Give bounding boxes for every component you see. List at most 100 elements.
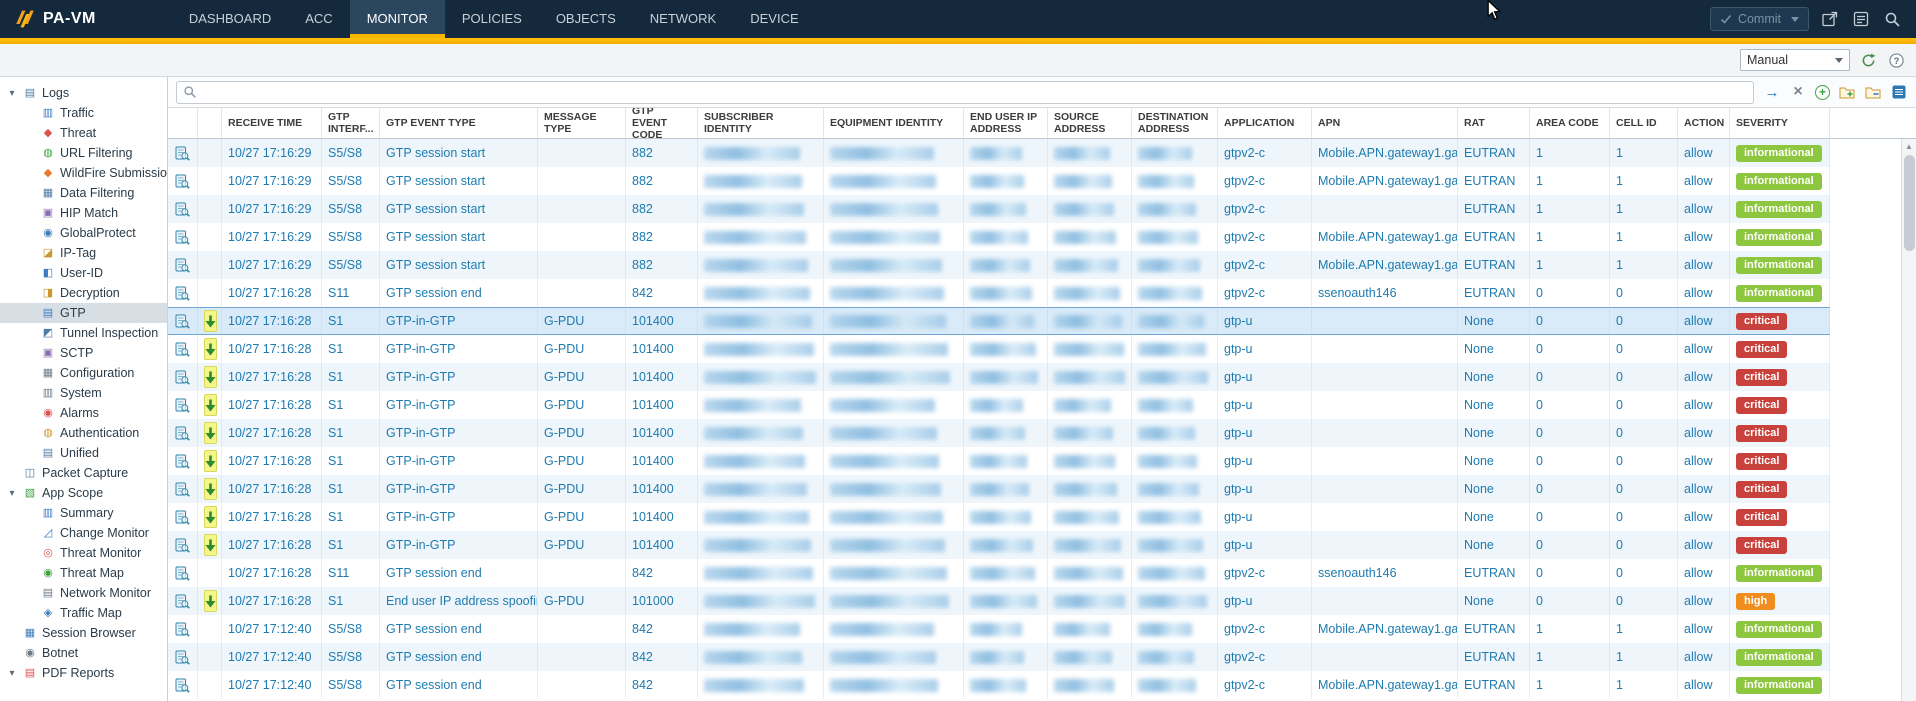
interface-cell[interactable]: S1 <box>322 307 380 335</box>
equipment_identity-cell[interactable] <box>824 139 964 167</box>
action-cell[interactable]: allow <box>1678 447 1730 475</box>
subscriber_identity-cell[interactable] <box>698 307 824 335</box>
source_address-cell[interactable] <box>1048 251 1132 279</box>
area_code-cell[interactable]: 1 <box>1530 139 1610 167</box>
event_code-cell[interactable]: 101400 <box>626 447 698 475</box>
area_code-cell[interactable]: 1 <box>1530 251 1610 279</box>
event_code-cell[interactable]: 842 <box>626 671 698 699</box>
export-grid-icon[interactable] <box>1890 83 1908 101</box>
action-cell[interactable]: allow <box>1678 671 1730 699</box>
subscriber_identity-cell[interactable] <box>698 139 824 167</box>
nav-item-monitor[interactable]: MONITOR <box>350 0 445 38</box>
cell_id-cell[interactable]: 1 <box>1610 671 1678 699</box>
apn-cell[interactable] <box>1312 363 1458 391</box>
destination_address-cell[interactable] <box>1132 615 1218 643</box>
pcap-cell[interactable] <box>198 307 222 335</box>
message_type-cell[interactable]: G-PDU <box>538 447 626 475</box>
subscriber_identity-cell[interactable] <box>698 643 824 671</box>
event_code-cell[interactable]: 842 <box>626 279 698 307</box>
cell_id-cell[interactable]: 0 <box>1610 419 1678 447</box>
column-header-equipment-identity[interactable]: EQUIPMENT IDENTITY <box>824 108 964 138</box>
receive_time-cell[interactable]: 10/27 17:16:28 <box>222 363 322 391</box>
receive_time-cell[interactable]: 10/27 17:12:40 <box>222 615 322 643</box>
area_code-cell[interactable]: 0 <box>1530 335 1610 363</box>
sidebar-item-hip-match[interactable]: ▣HIP Match <box>0 203 167 223</box>
log-detail-button[interactable] <box>174 587 191 615</box>
sidebar-item-logs[interactable]: ▾▤Logs <box>0 83 167 103</box>
equipment_identity-cell[interactable] <box>824 223 964 251</box>
table-row[interactable]: 10/27 17:16:28S11GTP session end842gtpv2… <box>168 279 1830 307</box>
end_user_ip_address-cell[interactable] <box>964 391 1048 419</box>
application-cell[interactable]: gtp-u <box>1218 531 1312 559</box>
rat-cell[interactable]: EUTRAN <box>1458 643 1530 671</box>
detail-cell[interactable] <box>168 447 198 475</box>
cell_id-cell[interactable]: 1 <box>1610 167 1678 195</box>
interface-cell[interactable]: S5/S8 <box>322 671 380 699</box>
event_code-cell[interactable]: 842 <box>626 615 698 643</box>
sidebar-item-user-id[interactable]: ◧User-ID <box>0 263 167 283</box>
equipment_identity-cell[interactable] <box>824 615 964 643</box>
apn-cell[interactable] <box>1312 447 1458 475</box>
subscriber_identity-cell[interactable] <box>698 447 824 475</box>
task-manager-icon[interactable] <box>1851 9 1871 29</box>
end_user_ip_address-cell[interactable] <box>964 251 1048 279</box>
column-header-message-type[interactable]: MESSAGE TYPE <box>538 108 626 138</box>
receive_time-cell[interactable]: 10/27 17:16:29 <box>222 251 322 279</box>
action-cell[interactable]: allow <box>1678 251 1730 279</box>
rat-cell[interactable]: EUTRAN <box>1458 251 1530 279</box>
sidebar-item-configuration[interactable]: ▦Configuration <box>0 363 167 383</box>
apn-cell[interactable] <box>1312 391 1458 419</box>
source_address-cell[interactable] <box>1048 363 1132 391</box>
pcap-cell[interactable] <box>198 391 222 419</box>
end_user_ip_address-cell[interactable] <box>964 419 1048 447</box>
destination_address-cell[interactable] <box>1132 307 1218 335</box>
cell_id-cell[interactable]: 0 <box>1610 307 1678 335</box>
apn-cell[interactable]: Mobile.APN.gateway1.gate... <box>1312 139 1458 167</box>
severity-cell[interactable]: critical <box>1730 531 1830 559</box>
source_address-cell[interactable] <box>1048 531 1132 559</box>
equipment_identity-cell[interactable] <box>824 559 964 587</box>
message_type-cell[interactable] <box>538 615 626 643</box>
sidebar-item-globalprotect[interactable]: ◉GlobalProtect <box>0 223 167 243</box>
action-cell[interactable]: allow <box>1678 503 1730 531</box>
message_type-cell[interactable] <box>538 251 626 279</box>
severity-cell[interactable]: informational <box>1730 139 1830 167</box>
table-row[interactable]: 10/27 17:16:28S1GTP-in-GTPG-PDU101400gtp… <box>168 363 1830 391</box>
log-detail-button[interactable] <box>174 643 191 671</box>
column-header-gtp-event-code[interactable]: GTP EVENT CODE <box>626 108 698 138</box>
column-header-severity[interactable]: SEVERITY <box>1730 108 1830 138</box>
destination_address-cell[interactable] <box>1132 391 1218 419</box>
application-cell[interactable]: gtp-u <box>1218 363 1312 391</box>
message_type-cell[interactable] <box>538 559 626 587</box>
severity-cell[interactable]: informational <box>1730 167 1830 195</box>
application-cell[interactable]: gtp-u <box>1218 447 1312 475</box>
receive_time-cell[interactable]: 10/27 17:16:28 <box>222 475 322 503</box>
rat-cell[interactable]: None <box>1458 475 1530 503</box>
table-row[interactable]: 10/27 17:16:29S5/S8GTP session start882g… <box>168 139 1830 167</box>
message_type-cell[interactable]: G-PDU <box>538 335 626 363</box>
action-cell[interactable]: allow <box>1678 615 1730 643</box>
log-detail-button[interactable] <box>174 391 191 419</box>
source_address-cell[interactable] <box>1048 391 1132 419</box>
action-cell[interactable]: allow <box>1678 475 1730 503</box>
equipment_identity-cell[interactable] <box>824 363 964 391</box>
sidebar-item-botnet[interactable]: ◉Botnet <box>0 643 167 663</box>
equipment_identity-cell[interactable] <box>824 195 964 223</box>
destination_address-cell[interactable] <box>1132 531 1218 559</box>
rat-cell[interactable]: EUTRAN <box>1458 167 1530 195</box>
detail-cell[interactable] <box>168 587 198 615</box>
receive_time-cell[interactable]: 10/27 17:16:28 <box>222 307 322 335</box>
event_code-cell[interactable]: 882 <box>626 195 698 223</box>
message_type-cell[interactable]: G-PDU <box>538 307 626 335</box>
table-row[interactable]: 10/27 17:16:28S1GTP-in-GTPG-PDU101400gtp… <box>168 475 1830 503</box>
sidebar-item-summary[interactable]: ▥Summary <box>0 503 167 523</box>
equipment_identity-cell[interactable] <box>824 447 964 475</box>
sidebar-item-data-filtering[interactable]: ▦Data Filtering <box>0 183 167 203</box>
event_type-cell[interactable]: GTP session start <box>380 223 538 251</box>
subscriber_identity-cell[interactable] <box>698 279 824 307</box>
event_type-cell[interactable]: GTP-in-GTP <box>380 503 538 531</box>
end_user_ip_address-cell[interactable] <box>964 643 1048 671</box>
nav-item-policies[interactable]: POLICIES <box>445 0 539 38</box>
area_code-cell[interactable]: 1 <box>1530 671 1610 699</box>
detail-cell[interactable] <box>168 195 198 223</box>
